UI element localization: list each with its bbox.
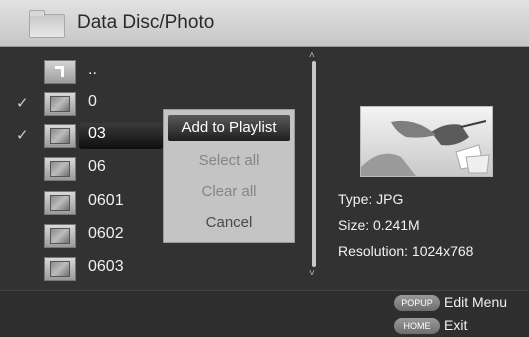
scrollbar[interactable] <box>312 61 316 267</box>
list-item[interactable]: 0603 <box>0 254 170 284</box>
page-title: Data Disc/Photo <box>77 12 215 33</box>
title-bar: Data Disc/Photo <box>0 0 529 47</box>
list-item[interactable]: 0602 <box>0 221 170 251</box>
file-resolution: Resolution: 1024x768 <box>338 243 474 259</box>
photo-preview <box>360 106 493 177</box>
file-name: 06 <box>88 158 106 175</box>
list-item[interactable]: ✓ 0 <box>0 89 170 119</box>
home-label: Exit <box>444 317 468 333</box>
menu-item-clear-all[interactable]: Clear all <box>164 183 294 200</box>
checkmark-icon: ✓ <box>16 95 29 112</box>
photo-thumbnail-icon <box>44 157 76 181</box>
file-name: 0603 <box>88 258 124 275</box>
photo-thumbnail-icon <box>44 224 76 248</box>
photo-thumbnail-icon <box>44 191 76 215</box>
menu-item-add-to-playlist[interactable]: Add to Playlist <box>168 115 290 141</box>
folder-icon <box>29 10 65 38</box>
file-name: 0 <box>88 93 97 110</box>
checkmark-icon: ✓ <box>16 127 29 144</box>
file-type: Type: JPG <box>338 191 404 207</box>
home-key-badge: HOME <box>394 318 440 334</box>
menu-item-select-all[interactable]: Select all <box>164 152 294 169</box>
scroll-down-icon[interactable]: ˅ <box>309 268 315 279</box>
photo-thumbnail-icon <box>44 124 76 148</box>
popup-key-badge: POPUP <box>394 295 440 311</box>
context-menu: Add to Playlist Select all Clear all Can… <box>163 109 295 243</box>
list-item-parent[interactable]: .. <box>0 57 170 87</box>
list-item[interactable]: 0601 <box>0 188 170 218</box>
footer: POPUP Edit Menu HOME Exit <box>0 290 529 337</box>
file-name: 03 <box>88 125 106 142</box>
parent-folder-icon <box>44 60 76 84</box>
file-name: .. <box>88 61 97 78</box>
file-size: Size: 0.241M <box>338 217 420 233</box>
list-item[interactable]: 06 <box>0 154 170 184</box>
photo-thumbnail-icon <box>44 92 76 116</box>
photo-thumbnail-icon <box>44 257 76 281</box>
list-item-selected[interactable]: ✓ 03 <box>0 121 170 151</box>
scroll-up-icon[interactable]: ˄ <box>309 50 315 61</box>
file-name: 0601 <box>88 192 124 209</box>
menu-item-cancel[interactable]: Cancel <box>164 214 294 231</box>
file-name: 0602 <box>88 225 124 242</box>
popup-label: Edit Menu <box>444 294 508 310</box>
